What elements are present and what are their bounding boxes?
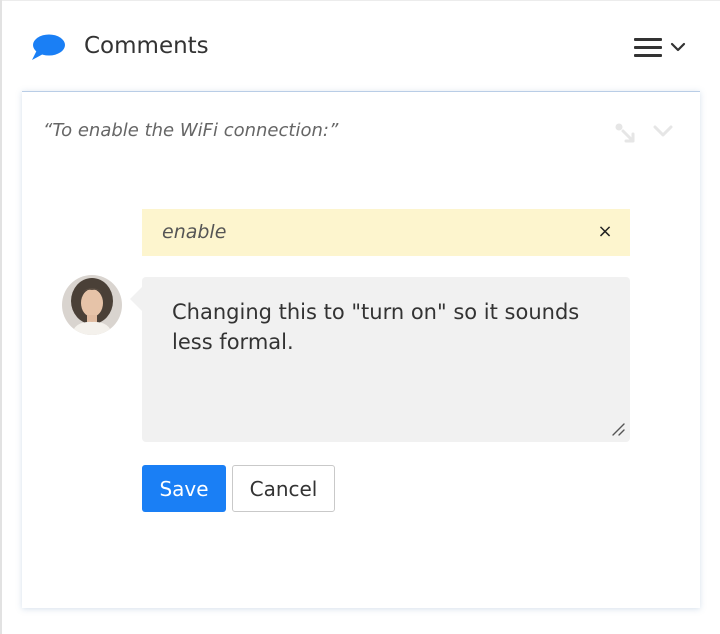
bubble-tail bbox=[130, 287, 142, 311]
quoted-text: “To enable the WiFi connection:” bbox=[43, 120, 339, 141]
panel-header: Comments bbox=[0, 0, 720, 92]
close-icon[interactable]: × bbox=[592, 219, 618, 245]
comment-text: Changing this to "turn on" so it sounds … bbox=[172, 300, 580, 354]
highlight-text: enable bbox=[162, 221, 227, 243]
resolve-icon[interactable] bbox=[612, 120, 638, 146]
resize-handle-icon[interactable] bbox=[610, 421, 626, 437]
comment-card: “To enable the WiFi connection:” enable … bbox=[22, 91, 700, 608]
highlighted-word: enable × bbox=[142, 209, 630, 256]
chevron-down-icon[interactable] bbox=[652, 124, 674, 138]
save-button[interactable]: Save bbox=[142, 465, 226, 512]
avatar-image bbox=[62, 275, 122, 335]
hamburger-icon bbox=[634, 38, 662, 58]
chevron-down-icon bbox=[670, 42, 686, 52]
comment-textarea[interactable]: Changing this to "turn on" so it sounds … bbox=[142, 277, 630, 442]
cancel-button[interactable]: Cancel bbox=[232, 465, 335, 512]
avatar bbox=[62, 275, 122, 335]
panel-title: Comments bbox=[84, 33, 209, 59]
comments-panel: Comments “To enable the WiFi connection:… bbox=[0, 0, 720, 634]
left-border bbox=[0, 0, 2, 634]
speech-bubble-icon bbox=[32, 34, 65, 60]
panel-menu-button[interactable] bbox=[628, 34, 694, 64]
